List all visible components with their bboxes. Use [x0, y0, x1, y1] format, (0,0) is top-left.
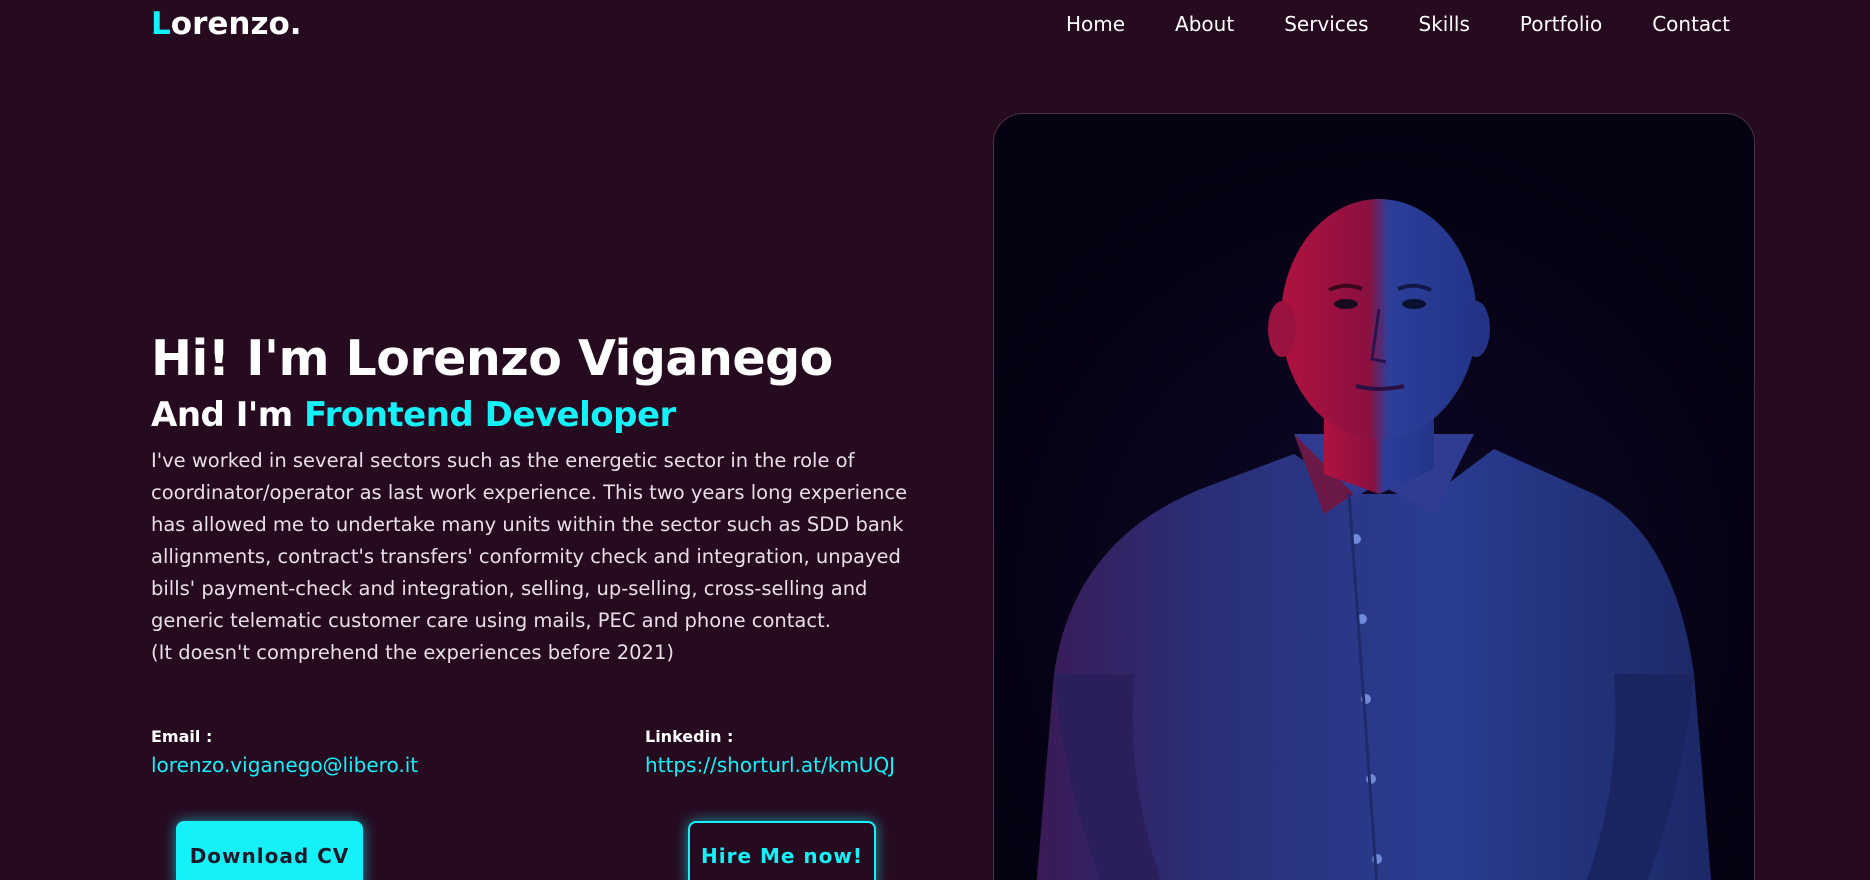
main-nav: Home About Services Skills Portfolio Con… — [1066, 12, 1730, 36]
linkedin-label: Linkedin : — [645, 727, 734, 746]
subtitle-prefix: And I'm — [151, 395, 305, 435]
logo-initial: L — [151, 6, 171, 42]
header: Lorenzo. Home About Services Skills Port… — [0, 0, 1870, 52]
hero-note: (It doesn't comprehend the experiences b… — [151, 641, 674, 664]
nav-portfolio[interactable]: Portfolio — [1520, 12, 1602, 36]
hero-description: I've worked in several sectors such as t… — [151, 449, 908, 632]
download-cv-button[interactable]: Download CV — [176, 821, 363, 880]
logo-text: orenzo. — [170, 6, 302, 42]
portrait-illustration — [994, 114, 1754, 880]
email-contact: Email : lorenzo.viganego@libero.it — [151, 726, 418, 779]
hero-title: Hi! I'm Lorenzo Viganego — [151, 330, 833, 387]
hero-subtitle: And I'm Frontend Developer — [151, 393, 911, 437]
logo[interactable]: Lorenzo. — [151, 6, 302, 42]
hire-me-button[interactable]: Hire Me now! — [688, 821, 876, 880]
nav-home[interactable]: Home — [1066, 12, 1125, 36]
hero-section: Hi! I'm Lorenzo Viganego And I'm Fronten… — [151, 330, 911, 669]
subtitle-role: Frontend Developer — [304, 395, 676, 435]
linkedin-link[interactable]: https://shorturl.at/kmUQJ — [645, 751, 895, 779]
email-label: Email : — [151, 727, 213, 746]
nav-about[interactable]: About — [1175, 12, 1234, 36]
page: Lorenzo. Home About Services Skills Port… — [0, 0, 1870, 880]
nav-services[interactable]: Services — [1284, 12, 1368, 36]
profile-photo — [993, 113, 1755, 880]
nav-contact[interactable]: Contact — [1652, 12, 1730, 36]
linkedin-contact: Linkedin : https://shorturl.at/kmUQJ — [645, 726, 895, 779]
email-link[interactable]: lorenzo.viganego@libero.it — [151, 751, 418, 779]
contact-info: Email : lorenzo.viganego@libero.it Linke… — [151, 726, 911, 786]
nav-skills[interactable]: Skills — [1419, 12, 1470, 36]
